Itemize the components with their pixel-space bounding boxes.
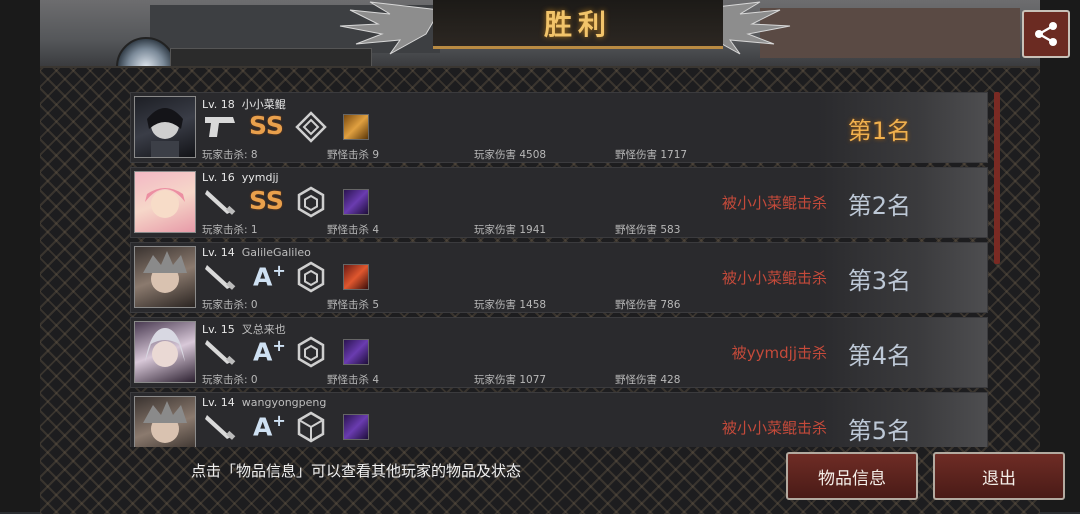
grade-label: SS [249,111,284,140]
player-level-name: Lv. 18 小小菜鲲 [202,98,286,111]
knife-icon [205,415,236,440]
killed-by-label: 被小小菜鲲击杀 [721,194,827,212]
grade-label: SS [249,186,284,215]
player-row[interactable]: Lv. 18 小小菜鲲 SS 玩家击杀: 8 野怪击杀 9 玩家伤害 4508 … [130,92,988,163]
player-damage: 玩家伤害 1458 [474,299,547,311]
killed-by-label: 被yymdjj击杀 [731,344,827,362]
hint-text: 点击「物品信息」可以查看其他玩家的物品及状态 [191,462,522,480]
monster-kills: 野怪击杀 4 [327,374,380,386]
hexagon-badge-icon [297,336,325,368]
grade-label: A+ [253,336,286,367]
rank-label: 第2名 [847,192,911,220]
rank-label: 第1名 [847,117,911,145]
rank-label: 第3名 [847,267,911,295]
monster-kills: 野怪击杀 4 [327,224,380,236]
player-kills: 玩家击杀: 0 [202,374,258,386]
right-border [1040,0,1080,512]
player-avatar[interactable] [134,171,196,233]
item-cube-icon [343,264,369,290]
rank-label: 第5名 [847,417,911,445]
exit-button[interactable]: 退出 [933,452,1065,500]
grade-label: A+ [253,261,286,292]
monster-kills: 野怪击杀 9 [327,149,380,161]
item-cube-icon [343,339,369,365]
pistol-icon [205,117,235,137]
player-results-list[interactable]: Lv. 18 小小菜鲲 SS 玩家击杀: 8 野怪击杀 9 玩家伤害 4508 … [130,92,988,447]
knife-icon [205,340,236,365]
killed-by-label: 被小小菜鲲击杀 [721,419,827,437]
item-cube-icon [343,114,369,140]
cube-badge-icon [297,411,325,443]
page-title: 胜利 [543,8,612,41]
player-level-name: Lv. 14 wangyongpeng [202,396,327,409]
share-button[interactable] [1022,10,1070,58]
player-kills: 玩家击杀: 0 [202,299,258,311]
item-cube-icon [343,414,369,440]
hexagon-badge-icon [297,186,325,218]
grade-label: A+ [253,411,286,442]
rank-label: 第4名 [847,342,911,370]
player-avatar[interactable] [134,321,196,383]
player-kills: 玩家击杀: 8 [202,149,258,161]
player-kills: 玩家击杀: 1 [202,224,258,236]
knife-icon [205,190,236,215]
player-damage: 玩家伤害 1941 [474,224,547,236]
player-row[interactable]: Lv. 15 叉总来也 A+ 玩家击杀: 0 野怪击杀 4 玩家伤害 1077 … [130,317,988,388]
list-scrollbar[interactable] [994,92,1000,264]
player-damage: 玩家伤害 4508 [474,149,547,161]
title-banner: 胜利 [433,0,723,49]
player-avatar[interactable] [134,246,196,308]
player-level-name: Lv. 16 yymdjj [202,171,279,184]
player-row[interactable]: Lv. 14 wangyongpeng A+ 被小小菜鲲击杀 第5名 [130,392,988,447]
knife-icon [205,265,236,290]
killed-by-label: 被小小菜鲲击杀 [721,269,827,287]
monster-kills: 野怪击杀 5 [327,299,380,311]
monster-damage: 野怪伤害 786 [615,299,681,311]
left-border [0,0,40,512]
player-avatar[interactable] [134,396,196,447]
diamond-badge-icon [295,111,327,143]
item-cube-icon [343,189,369,215]
left-wing-ornament [339,1,440,55]
monster-damage: 野怪伤害 428 [615,374,681,386]
monster-damage: 野怪伤害 1717 [615,149,688,161]
item-info-button[interactable]: 物品信息 [786,452,918,500]
player-row[interactable]: Lv. 14 GalileGalileo A+ 玩家击杀: 0 野怪击杀 5 玩… [130,242,988,313]
player-level-name: Lv. 15 叉总来也 [202,323,286,336]
share-icon [1035,22,1057,46]
player-row[interactable]: Lv. 16 yymdjj SS 玩家击杀: 1 野怪击杀 4 玩家伤害 194… [130,167,988,238]
player-damage: 玩家伤害 1077 [474,374,547,386]
monster-damage: 野怪伤害 583 [615,224,681,236]
hexagon-badge-icon [297,261,325,293]
player-level-name: Lv. 14 GalileGalileo [202,246,311,259]
player-avatar[interactable] [134,96,196,158]
